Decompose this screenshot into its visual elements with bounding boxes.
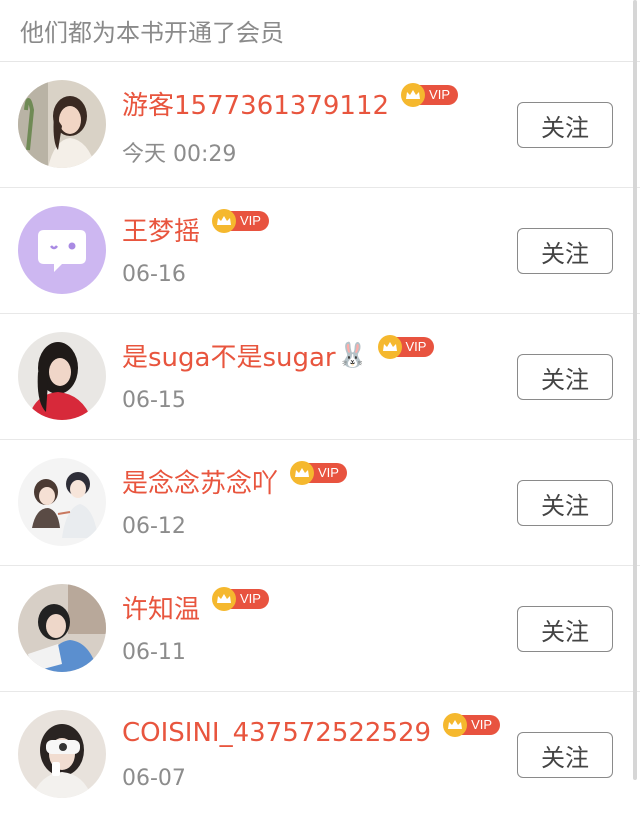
member-name-line: 许知温 VIP: [122, 587, 269, 626]
avatar[interactable]: [18, 206, 106, 294]
follow-button[interactable]: 关注: [517, 606, 613, 652]
vip-badge: VIP: [212, 587, 269, 611]
member-name[interactable]: 是suga不是sugar: [122, 337, 336, 374]
member-name[interactable]: 许知温: [122, 589, 200, 626]
crown-icon: [443, 713, 468, 737]
follow-button[interactable]: 关注: [517, 354, 613, 400]
name-emoji: 🐰: [337, 341, 368, 369]
member-name[interactable]: COISINI_437572522529: [122, 718, 431, 748]
header-title: 他们都为本书开通了会员: [20, 19, 284, 47]
list-item[interactable]: COISINI_437572522529 VIP 06-07 关注: [0, 692, 640, 818]
crown-icon: [401, 83, 426, 107]
list-item[interactable]: 王梦摇 VIP 06-16 关注: [0, 188, 640, 314]
crown-icon: [212, 209, 237, 233]
avatar[interactable]: [18, 710, 106, 798]
member-name-line: 游客1577361379112 VIP: [122, 83, 459, 122]
avatar[interactable]: [18, 584, 106, 672]
avatar[interactable]: [18, 332, 106, 420]
member-name[interactable]: 是念念苏念吖: [122, 463, 278, 500]
member-name-line: 是suga不是sugar 🐰 VIP: [122, 335, 435, 374]
vip-badge: VIP: [401, 83, 459, 107]
member-time: 06-16: [122, 262, 186, 287]
crown-icon: [290, 461, 315, 485]
crown-icon: [377, 335, 402, 359]
avatar[interactable]: [18, 80, 106, 168]
follow-button[interactable]: 关注: [517, 228, 613, 274]
member-time: 今天 00:29: [122, 142, 237, 167]
vip-badge: VIP: [377, 335, 435, 359]
member-list: 游客1577361379112 VIP 今天 00:29 关注 王梦摇 VIP …: [0, 62, 640, 818]
follow-button[interactable]: 关注: [517, 102, 613, 148]
vip-badge: VIP: [443, 713, 501, 737]
member-time: 06-07: [122, 766, 186, 791]
vip-badge: VIP: [290, 461, 347, 485]
member-name[interactable]: 游客1577361379112: [122, 85, 389, 122]
page-header: 他们都为本书开通了会员: [0, 0, 640, 62]
avatar[interactable]: [18, 458, 106, 546]
follow-button[interactable]: 关注: [517, 480, 613, 526]
member-time: 06-11: [122, 640, 186, 665]
member-time: 06-15: [122, 388, 186, 413]
member-name-line: 王梦摇 VIP: [122, 209, 269, 248]
member-name-line: 是念念苏念吖 VIP: [122, 461, 347, 500]
vip-badge: VIP: [212, 209, 269, 233]
member-name-line: COISINI_437572522529 VIP: [122, 713, 501, 750]
scrollbar[interactable]: [633, 0, 637, 780]
member-time: 06-12: [122, 514, 186, 539]
member-name[interactable]: 王梦摇: [122, 211, 200, 248]
list-item[interactable]: 是suga不是sugar 🐰 VIP 06-15 关注: [0, 314, 640, 440]
crown-icon: [212, 587, 237, 611]
list-item[interactable]: 游客1577361379112 VIP 今天 00:29 关注: [0, 62, 640, 188]
list-item[interactable]: 是念念苏念吖 VIP 06-12 关注: [0, 440, 640, 566]
follow-button[interactable]: 关注: [517, 732, 613, 778]
list-item[interactable]: 许知温 VIP 06-11 关注: [0, 566, 640, 692]
